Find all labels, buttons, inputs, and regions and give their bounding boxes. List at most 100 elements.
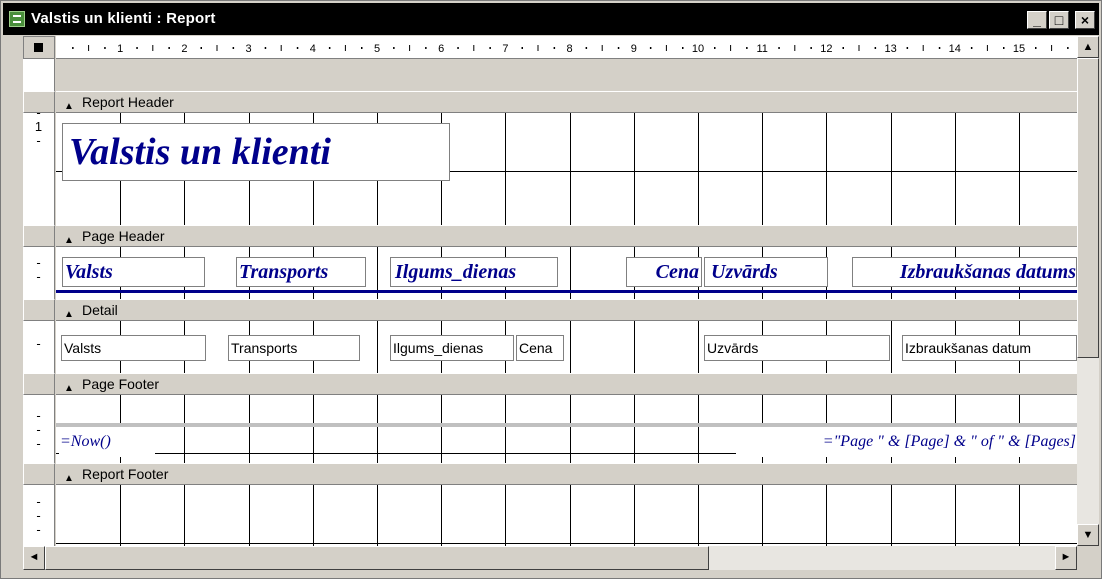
title-bar[interactable]: Valstis un klienti : Report _ □ ×	[3, 3, 1099, 35]
ruler-label: 10	[692, 43, 704, 55]
grid-line	[762, 113, 764, 225]
ruler-tick	[425, 47, 427, 49]
field-transports[interactable]: Transports	[228, 335, 360, 361]
header-label-valsts[interactable]: Valsts	[62, 257, 205, 287]
maximize-button[interactable]: □	[1049, 11, 1069, 29]
ruler-tick	[794, 45, 796, 51]
grid-line	[633, 485, 635, 546]
grid-line	[1019, 113, 1020, 225]
detail-section[interactable]: Valsts Transports Ilgums_dienas Cena Uzv…	[56, 321, 1077, 373]
band-label: Report Header	[82, 94, 174, 110]
vruler-label: 1	[34, 119, 43, 134]
ruler-tick	[746, 47, 748, 49]
grid-line	[1019, 485, 1020, 546]
horizontal-scroll-thumb[interactable]	[45, 546, 709, 570]
field-ilgums-dienas[interactable]: Ilgums_dienas	[390, 335, 514, 361]
band-page-footer[interactable]: ▲ Page Footer	[56, 373, 1077, 395]
ruler-label: 3	[246, 43, 252, 55]
report-header-selector[interactable]	[23, 91, 55, 113]
minimize-button[interactable]: _	[1027, 11, 1047, 29]
grid-line	[312, 395, 314, 463]
ruler-tick	[858, 45, 860, 51]
horizontal-scrollbar[interactable]: ◄ ►	[23, 546, 1077, 570]
grid-line	[698, 113, 699, 225]
band-label: Page Header	[82, 228, 165, 244]
header-label-izbrauksanas-datums[interactable]: Izbraukšanas datums	[852, 257, 1077, 287]
ruler-label: 7	[502, 43, 508, 55]
ruler-tick	[232, 47, 235, 49]
ruler-tick	[714, 47, 716, 49]
page-footer-section[interactable]: =Now() ="Page " & [Page] & " of " & [Pag…	[56, 395, 1077, 463]
report-header-section[interactable]: Valstis un klienti	[56, 113, 1077, 225]
ruler-tick	[296, 47, 299, 49]
header-label-uzvards[interactable]: Uzvārds	[704, 257, 828, 287]
ruler-tick	[601, 45, 603, 51]
grid-line	[890, 113, 892, 225]
grid-line	[441, 395, 443, 463]
band-detail[interactable]: ▲ Detail	[56, 299, 1077, 321]
ruler-tick	[489, 47, 491, 49]
close-button[interactable]: ×	[1075, 11, 1095, 29]
ruler-tick	[986, 45, 988, 51]
scroll-right-icon[interactable]: ►	[1055, 546, 1077, 570]
ruler-label: 1	[117, 43, 123, 55]
footer-now-expr[interactable]: =Now()	[59, 427, 155, 457]
ruler-tick	[585, 47, 588, 49]
field-valsts[interactable]: Valsts	[61, 335, 206, 361]
page-header-section[interactable]: Valsts Transports Ilgums_dienas Cena Uzv…	[56, 247, 1077, 299]
grid-line	[377, 485, 378, 546]
footer-page-expr[interactable]: ="Page " & [Page] & " of " & [Pages]	[736, 427, 1077, 457]
ruler-tick	[457, 47, 459, 49]
ruler-tick	[842, 47, 844, 49]
grid-line	[698, 395, 699, 463]
ruler-tick	[1035, 47, 1037, 49]
band-report-header[interactable]: ▲ Report Header	[56, 91, 1077, 113]
horizontal-ruler: 1 2 3 4 5 6 7 8 9 10 11 12 13 14 15	[56, 36, 1077, 59]
page-header-selector[interactable]	[23, 225, 55, 247]
ruler-tick	[1003, 47, 1005, 49]
page-footer-selector[interactable]	[23, 373, 55, 395]
grid-line	[569, 485, 571, 546]
vruler-tick: -	[36, 133, 41, 148]
report-footer-selector[interactable]	[23, 463, 55, 485]
grid-line	[569, 113, 571, 225]
size-grip[interactable]	[1077, 546, 1099, 570]
ruler-tick	[521, 47, 523, 49]
field-izbrauksanas-datum[interactable]: Izbraukšanas datum	[902, 335, 1077, 361]
ruler-label: 2	[181, 43, 187, 55]
ruler-tick	[409, 45, 411, 51]
grid-line	[890, 485, 892, 546]
report-title-label[interactable]: Valstis un klienti	[62, 123, 450, 181]
ruler-tick	[970, 47, 973, 49]
grid-line	[184, 485, 186, 546]
scroll-down-icon[interactable]: ▼	[1077, 524, 1099, 546]
vertical-scroll-thumb[interactable]	[1077, 58, 1099, 358]
ruler-label: 15	[1013, 43, 1025, 55]
ruler-tick	[168, 47, 170, 49]
vertical-scrollbar[interactable]: ▲ ▼	[1077, 36, 1099, 546]
grid-line	[633, 395, 635, 463]
scroll-left-icon[interactable]: ◄	[23, 546, 45, 570]
grid-line	[377, 395, 378, 463]
header-label-transports[interactable]: Transports	[236, 257, 366, 287]
ruler-label: 6	[438, 43, 444, 55]
field-cena[interactable]: Cena	[516, 335, 564, 361]
band-label: Detail	[82, 302, 118, 318]
scroll-up-icon[interactable]: ▲	[1077, 36, 1099, 58]
header-label-cena[interactable]: Cena	[626, 257, 702, 287]
grid-line	[505, 113, 507, 225]
ruler-label: 4	[310, 43, 316, 55]
select-report-button[interactable]	[23, 36, 55, 59]
detail-selector[interactable]	[23, 299, 55, 321]
ruler-label: 13	[884, 43, 896, 55]
ruler-tick	[264, 47, 267, 49]
field-uzvards[interactable]: Uzvārds	[704, 335, 890, 361]
header-label-ilgums-dienas[interactable]: Ilgums_dienas	[390, 257, 558, 287]
grid-line	[633, 113, 635, 225]
report-footer-section[interactable]	[56, 485, 1077, 546]
band-page-header[interactable]: ▲ Page Header	[56, 225, 1077, 247]
grid-line	[826, 113, 828, 225]
band-report-footer[interactable]: ▲ Report Footer	[56, 463, 1077, 485]
grid-line	[505, 485, 507, 546]
ruler-label: 14	[949, 43, 961, 55]
